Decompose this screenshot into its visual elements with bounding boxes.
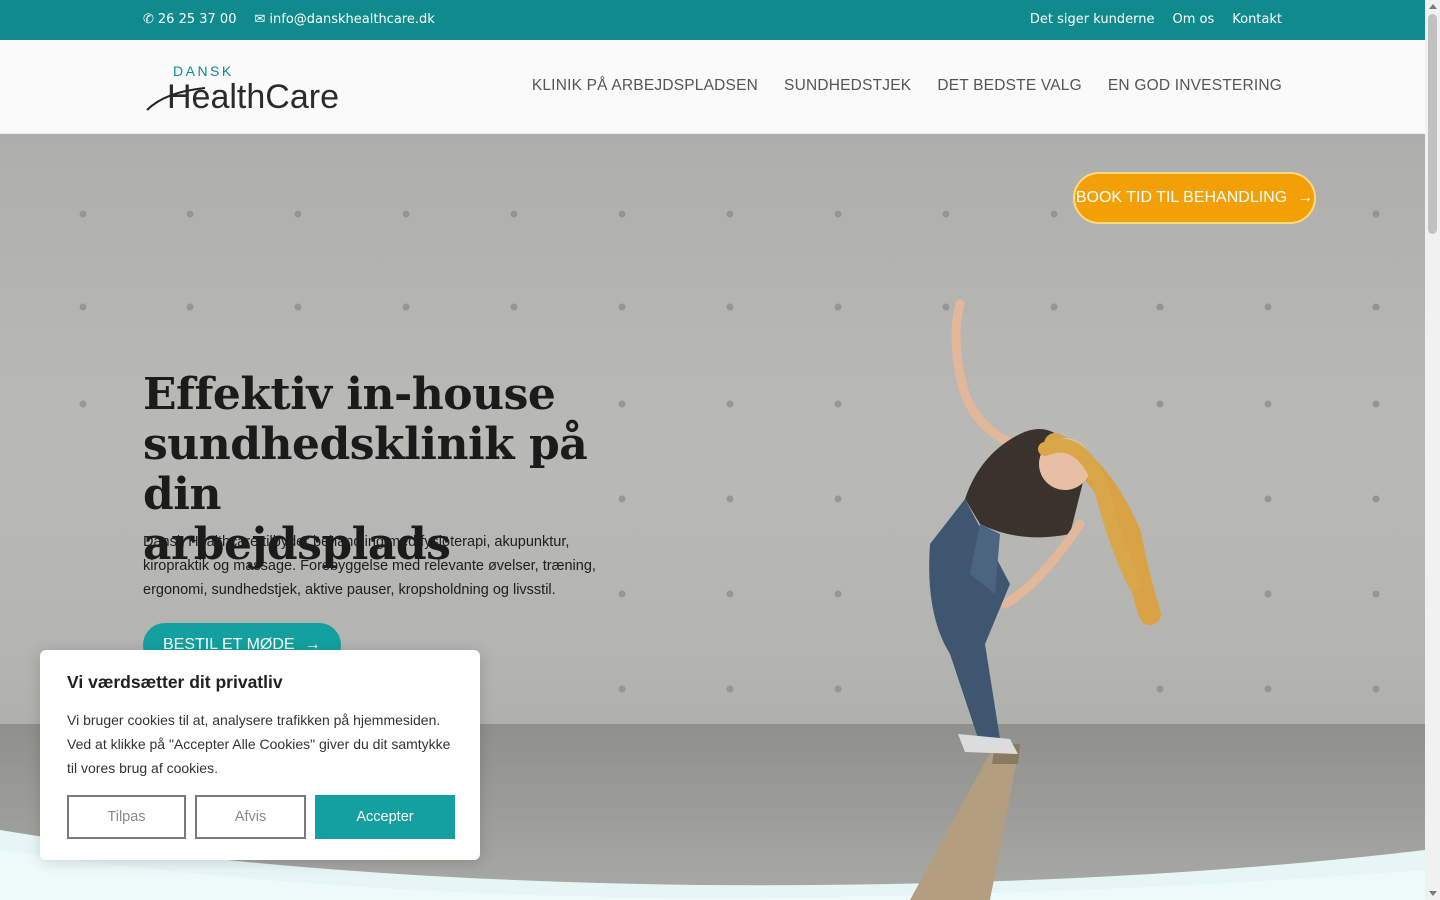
hero-title-line-1: Effektiv in-house (143, 369, 556, 420)
book-treatment-button[interactable]: BOOK TID TIL BEHANDLING → (1073, 172, 1316, 224)
link-about[interactable]: Om os (1172, 12, 1214, 27)
email-link[interactable]: ✉ info@danskhealthcare.dk (254, 12, 434, 27)
scrollbar[interactable] (1425, 0, 1440, 900)
hero-title-line-2: sundhedsklinik på din (143, 419, 588, 520)
cookie-title: Vi værdsætter dit privatliv (67, 672, 283, 692)
top-bar: ✆ 26 25 37 00 ✉ info@danskhealthcare.dk … (0, 0, 1425, 40)
woman-balancing-image (910, 299, 1161, 900)
scrollbar-thumb[interactable] (1428, 14, 1437, 234)
link-testimonials[interactable]: Det siger kunderne (1030, 12, 1155, 27)
scroll-down-icon[interactable] (1429, 891, 1437, 896)
main-nav: KLINIK PÅ ARBEJDSPLADSEN SUNDHEDSTJEK DE… (532, 77, 1282, 95)
top-links: Det siger kunderne Om os Kontakt (1030, 12, 1282, 27)
phone-link[interactable]: ✆ 26 25 37 00 (143, 12, 236, 27)
cookie-text: Vi bruger cookies til at, analysere traf… (67, 712, 451, 776)
accept-cookies-button[interactable]: Accepter (315, 795, 455, 839)
nav-item-health-check[interactable]: SUNDHEDSTJEK (784, 77, 911, 95)
logo-main-text: HealthCare (167, 78, 339, 114)
book-treatment-label: BOOK TID TIL BEHANDLING (1075, 189, 1288, 206)
nav-item-investment[interactable]: EN GOD INVESTERING (1108, 77, 1282, 95)
logo[interactable]: DANSK HealthCare (145, 62, 345, 114)
link-contact[interactable]: Kontakt (1232, 12, 1282, 27)
logo-small-text: DANSK (173, 63, 234, 79)
email-address: info@danskhealthcare.dk (269, 12, 435, 27)
customize-cookies-button[interactable]: Tilpas (67, 795, 186, 839)
cookie-buttons: Tilpas Afvis Accepter (67, 795, 455, 839)
nav-item-clinic[interactable]: KLINIK PÅ ARBEJDSPLADSEN (532, 77, 758, 95)
site-header: DANSK HealthCare KLINIK PÅ ARBEJDSPLADSE… (0, 40, 1425, 134)
contact-info: ✆ 26 25 37 00 ✉ info@danskhealthcare.dk (143, 12, 435, 27)
phone-icon: ✆ (143, 12, 154, 27)
nav-item-best-choice[interactable]: DET BEDSTE VALG (937, 77, 1082, 95)
hero-description: Dansk Healthcare tilbyder behandling med… (143, 534, 596, 598)
phone-number: 26 25 37 00 (157, 12, 237, 27)
scroll-up-icon[interactable] (1429, 4, 1437, 9)
cookie-consent-dialog: Vi værdsætter dit privatliv Vi bruger co… (40, 650, 480, 860)
mail-icon: ✉ (254, 12, 266, 27)
reject-cookies-button[interactable]: Afvis (195, 795, 306, 839)
arrow-right-icon: → (1297, 189, 1314, 206)
